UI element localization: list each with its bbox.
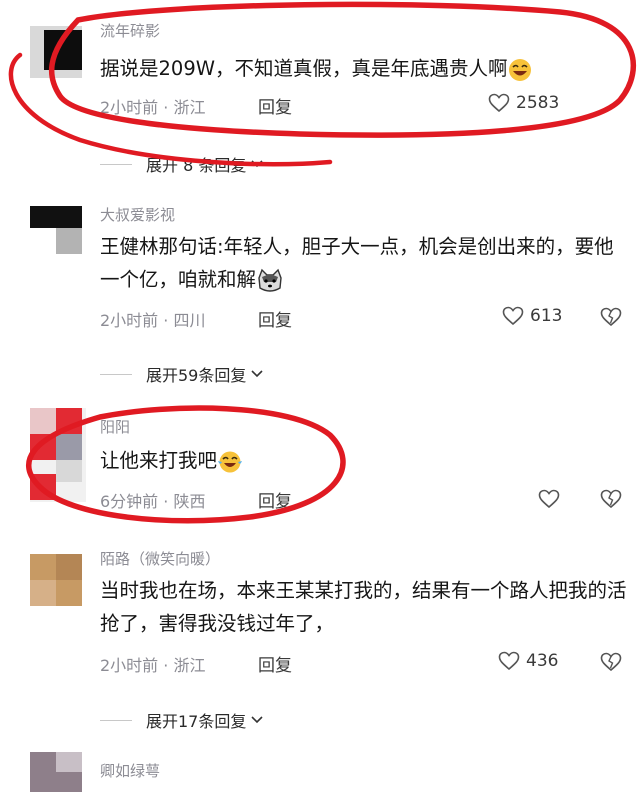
heart-icon[interactable] [538,489,560,509]
like-button[interactable]: 436 [498,651,558,671]
dislike-icon[interactable] [600,652,622,672]
divider-line [100,373,132,375]
reply-button[interactable]: 回复 [258,651,292,676]
reply-button[interactable]: 回复 [258,306,292,331]
comment-meta: 2小时前 · 浙江 [100,656,206,675]
like-count: 613 [530,306,563,326]
username[interactable]: 卿如绿萼 [100,760,160,781]
chevron-down-icon [251,160,263,168]
comment-meta: 2小时前 · 四川 [100,311,206,330]
chevron-down-icon [251,716,263,724]
avatar[interactable] [30,26,82,78]
reply-button[interactable]: 回复 [258,487,292,512]
laughing-face-emoji [508,58,531,81]
chevron-down-icon [251,370,263,378]
expand-replies-button[interactable]: 展开 8 条回复 [100,152,264,176]
like-count: 2583 [516,93,560,113]
username[interactable]: 大叔爱影视 [100,204,175,225]
like-button[interactable]: 613 [502,306,562,326]
expand-replies-button[interactable]: 展开59条回复 [100,362,264,386]
like-count: 436 [526,651,559,671]
avatar[interactable] [30,554,82,606]
divider-line [100,719,132,721]
highlight-ring-1 [8,1,637,167]
dislike-icon[interactable] [600,307,622,327]
avatar[interactable] [30,752,82,792]
reply-button[interactable]: 回复 [258,93,292,118]
avatar[interactable] [30,206,82,258]
heart-icon [498,651,520,671]
comment-text: 让他来打我吧 [100,444,630,477]
username[interactable]: 陌路（微笑向暖） [100,548,220,569]
avatar[interactable] [30,408,86,502]
comment-meta: 6分钟前 · 陕西 [100,492,206,511]
comment-text: 据说是209W，不知道真假，真是年底遇贵人啊 [100,52,630,85]
comment-text: 当时我也在场，本来王某某打我的，结果有一个路人把我的活抢了，害得我没钱过年了， [100,579,627,635]
comment-text: 王健林那句话:年轻人，胆子大一点，机会是创出来的，要他一个亿，咱就和解 [100,230,630,296]
dislike-icon[interactable] [600,489,622,509]
comment-meta: 2小时前 · 浙江 [100,98,206,117]
tears-of-joy-emoji [218,451,243,472]
expand-replies-button[interactable]: 展开17条回复 [100,708,264,732]
username[interactable]: 阳阳 [100,416,130,437]
shiba-dog-emoji [258,268,282,292]
like-button[interactable]: 2583 [488,93,559,113]
heart-icon [502,306,524,326]
username[interactable]: 流年碎影 [100,20,160,41]
divider-line [100,163,132,165]
heart-icon [488,93,510,113]
